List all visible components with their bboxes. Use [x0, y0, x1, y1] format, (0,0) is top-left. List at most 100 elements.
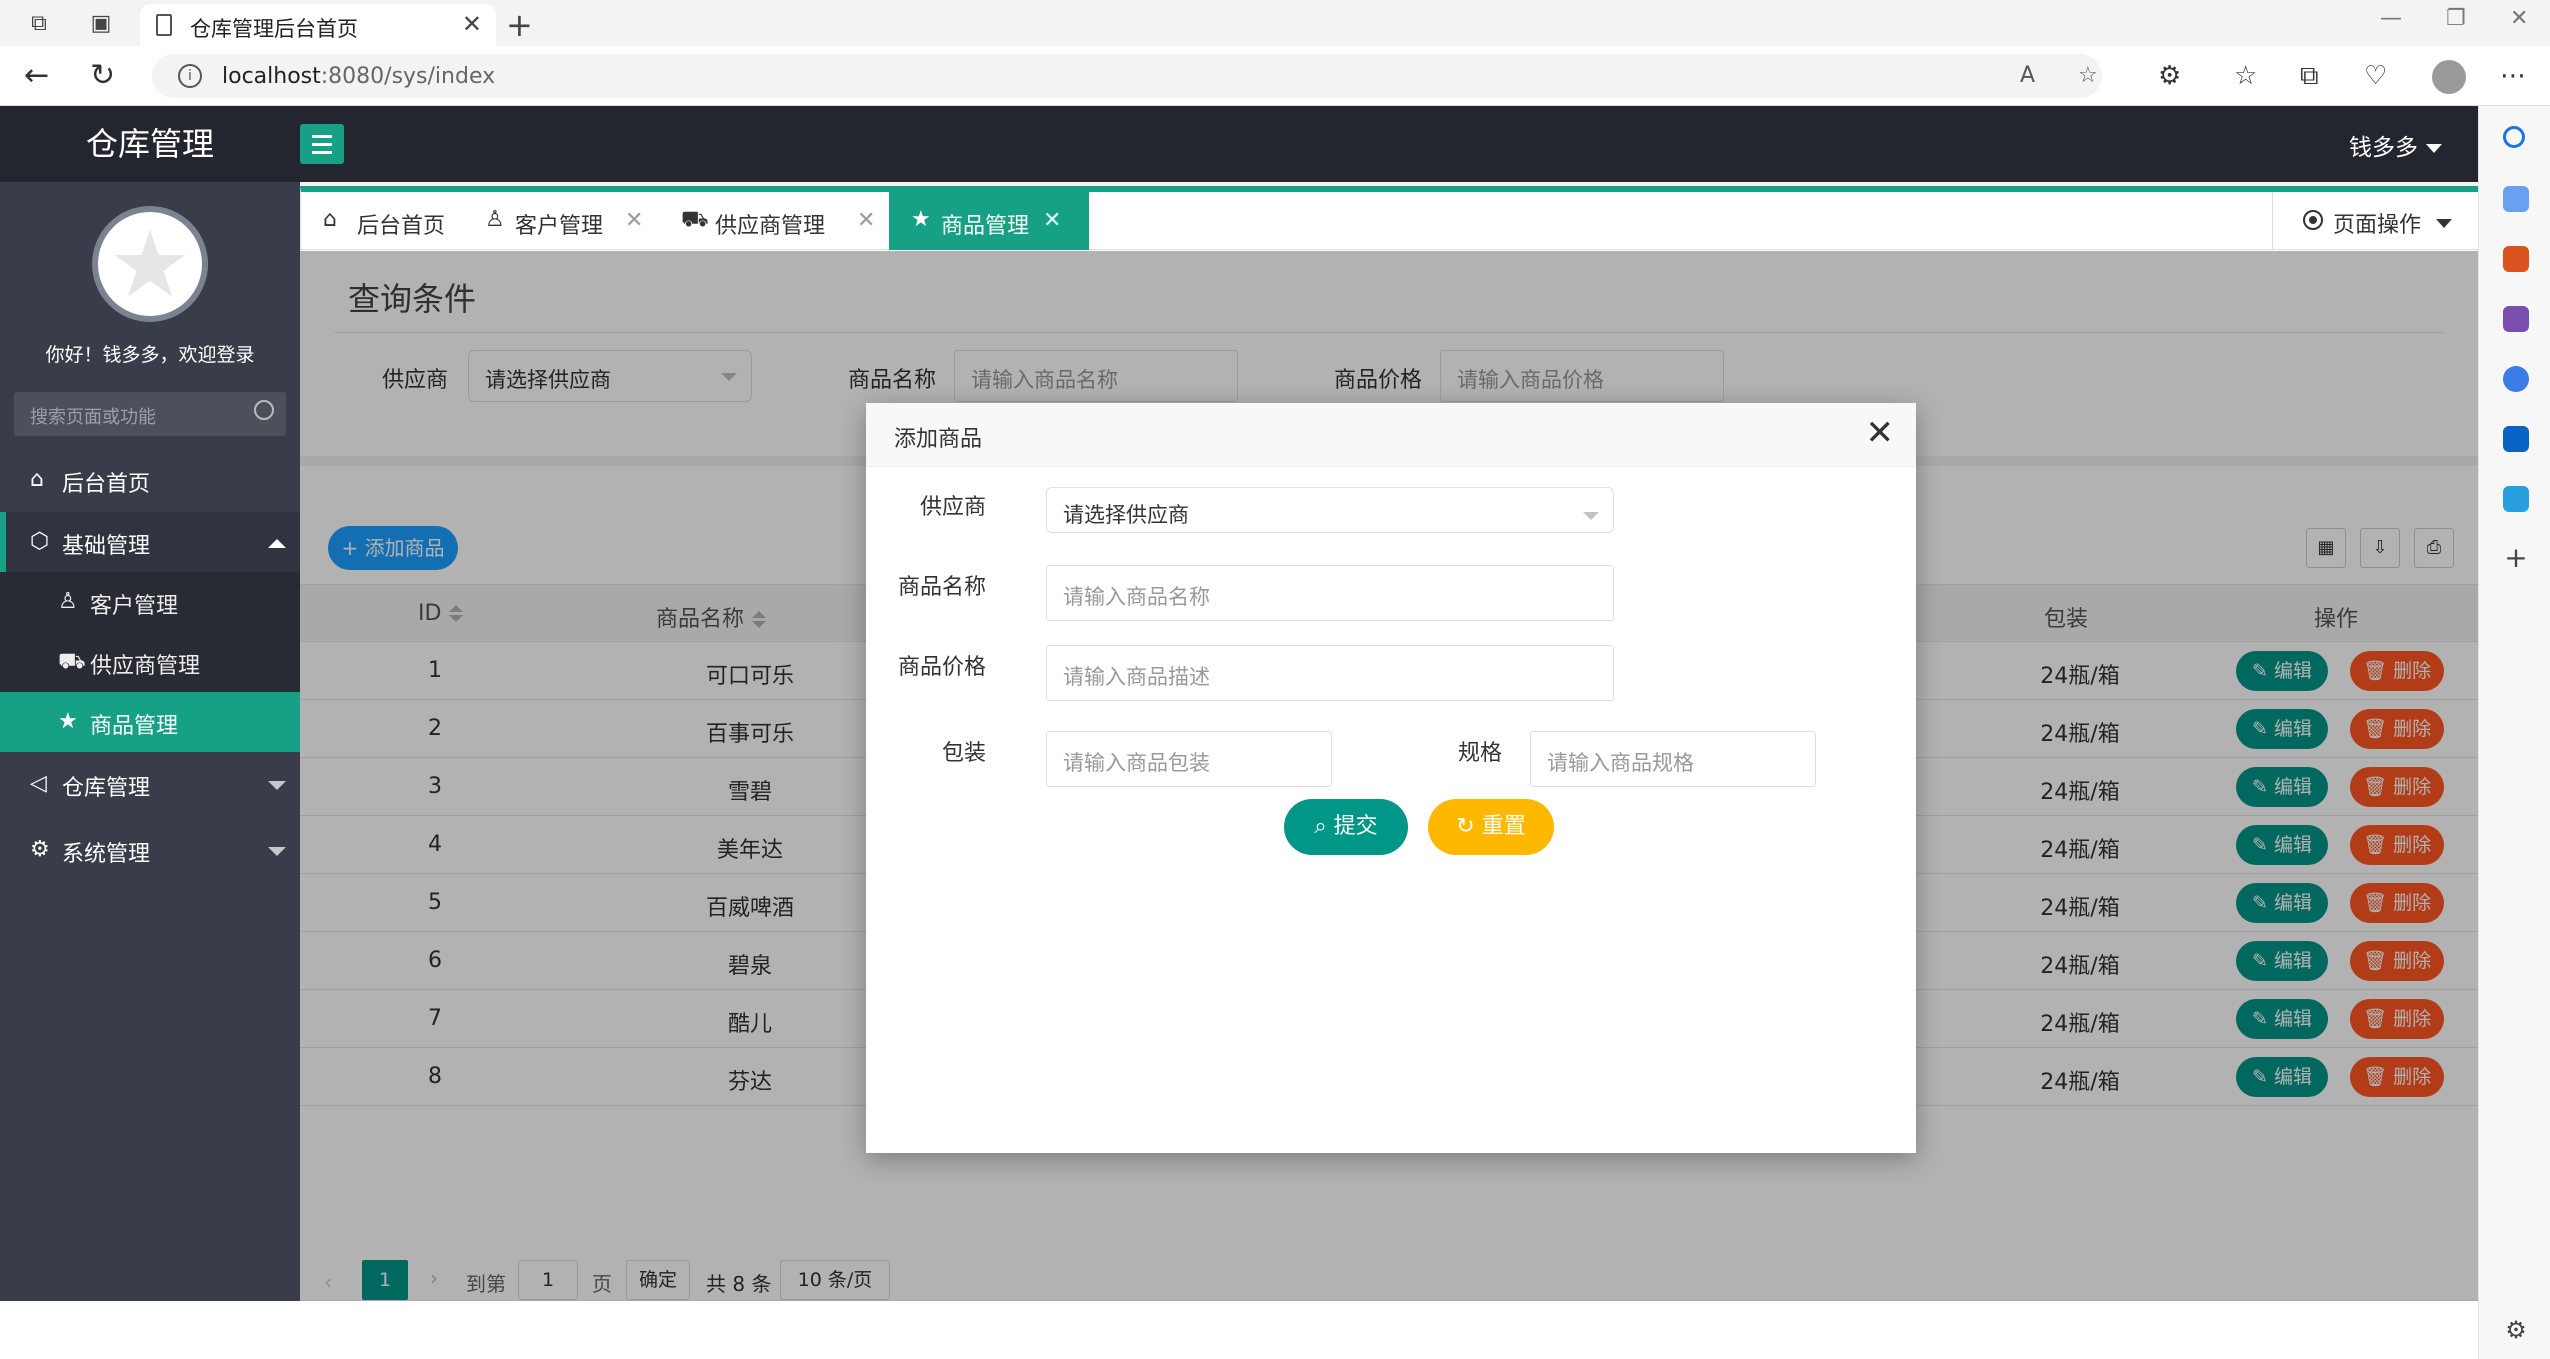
user-avatar: ★ [92, 206, 208, 322]
send-icon[interactable] [2503, 486, 2529, 512]
extensions-icon[interactable]: ⚙ [2158, 61, 2181, 91]
favorite-star-icon[interactable]: ☆ [2078, 63, 2098, 88]
modal-pack-input[interactable]: 请输入商品包装 [1046, 731, 1332, 787]
submit-label: 提交 [1333, 814, 1378, 839]
sidebar-item-goods[interactable]: ★ 商品管理 [0, 692, 300, 752]
add-goods-dialog: 添加商品 ✕ 供应商 商品名称 商品价格 包装 规格 请选择供应商 请输入商品名称 请输入商品… [866, 403, 1916, 1153]
modal-price-input[interactable]: 请输入商品描述 [1046, 645, 1614, 701]
tag-icon[interactable] [2503, 186, 2529, 212]
tab-goods[interactable]: ★ 商品管理 ✕ [889, 192, 1089, 250]
sidebar-item-label: 后台首页 [62, 472, 151, 497]
refresh-icon[interactable]: ↻ [90, 58, 115, 93]
outlook-icon[interactable] [2503, 426, 2529, 452]
chevron-down-icon [268, 847, 286, 856]
menu-toggle-button[interactable] [300, 124, 344, 164]
collections-icon[interactable]: ⧉ [2300, 61, 2319, 92]
close-icon[interactable]: ✕ [1866, 413, 1895, 453]
minimize-icon[interactable]: — [2380, 6, 2402, 31]
site-info-icon[interactable]: i [178, 64, 202, 88]
user-name: 钱多多 [2349, 135, 2418, 161]
dialog-header: 添加商品 ✕ [866, 403, 1916, 467]
caret-down-icon [2426, 144, 2442, 153]
page-icon [156, 14, 172, 36]
search-icon: ⌕ [1314, 814, 1327, 839]
star-icon: ★ [58, 709, 78, 734]
cart-icon: ⛟ [681, 207, 709, 232]
tab-label: 客户管理 [515, 214, 604, 239]
back-icon[interactable]: ← [24, 58, 49, 93]
tab-home[interactable]: ⌂ 后台首页 [301, 192, 463, 250]
reset-label: 重置 [1481, 814, 1526, 839]
home-icon: ⌂ [323, 207, 337, 232]
settings-gear-icon[interactable]: ⚙ [2503, 1318, 2529, 1344]
star-icon: ★ [911, 207, 931, 232]
sidebar-item-customer[interactable]: ♙ 客户管理 [0, 572, 300, 632]
sidebar-search-input[interactable]: 搜索页面或功能 [14, 392, 286, 436]
search-icon[interactable] [2503, 126, 2525, 148]
select-value: 请选择供应商 [1063, 503, 1189, 527]
add-icon[interactable]: + [2503, 544, 2529, 572]
vertical-tabs-icon[interactable]: ▣ [86, 8, 116, 38]
browser-tab[interactable]: 仓库管理后台首页 ✕ [140, 4, 496, 46]
favorites-icon[interactable]: ☆ [2234, 61, 2257, 91]
sidebar-item-home[interactable]: ⌂ 后台首页 [0, 450, 300, 510]
sidebar-item-supplier[interactable]: ⛟ 供应商管理 [0, 632, 300, 692]
sidebar-item-label: 仓库管理 [62, 776, 151, 801]
search-icon [254, 400, 274, 420]
modal-supplier-select[interactable]: 请选择供应商 [1046, 487, 1614, 533]
modal-name-input[interactable]: 请输入商品名称 [1046, 565, 1614, 621]
sidebar-group-warehouse[interactable]: ◁ 仓库管理 [0, 754, 300, 814]
restore-icon[interactable]: ❐ [2446, 6, 2466, 31]
tab-supplier[interactable]: ⛟ 供应商管理 ✕ [659, 192, 889, 250]
m365-icon[interactable] [2503, 366, 2529, 392]
page-operations-menu[interactable]: 页面操作 [2272, 192, 2478, 250]
sidebar: ★ 你好！钱多多，欢迎登录 搜索页面或功能 ⌂ 后台首页 ⬡ 基础管理 ♙ 客户… [0, 182, 300, 1359]
close-tab-icon[interactable]: ✕ [625, 208, 643, 233]
more-menu-icon[interactable]: ⋯ [2500, 61, 2526, 91]
tab-customer[interactable]: ♙ 客户管理 ✕ [463, 192, 659, 250]
sidebar-item-label: 客户管理 [90, 594, 179, 619]
modal-spec-label: 规格 [1457, 741, 1502, 766]
sidebar-item-label: 供应商管理 [90, 654, 201, 679]
chevron-up-icon [268, 539, 286, 548]
sidebar-group-basic[interactable]: ⬡ 基础管理 [0, 512, 300, 572]
sidebar-group-system[interactable]: ⚙ 系统管理 [0, 820, 300, 880]
caret-down-icon [2436, 219, 2452, 228]
cart-icon: ⛟ [58, 649, 86, 674]
refresh-icon: ↻ [1456, 814, 1475, 839]
chevron-down-icon [268, 781, 286, 790]
games-icon[interactable] [2503, 306, 2529, 332]
speaker-icon: ◁ [30, 771, 47, 796]
toolbox-icon[interactable] [2503, 246, 2529, 272]
close-tab-icon[interactable]: ✕ [462, 10, 482, 38]
modal-price-label: 商品价格 [897, 655, 986, 680]
user-menu[interactable]: 钱多多 [2349, 128, 2442, 162]
dialog-title: 添加商品 [894, 427, 983, 452]
reset-button[interactable]: ↻ 重置 [1428, 799, 1554, 855]
close-window-icon[interactable]: ✕ [2510, 6, 2528, 31]
sidebar-item-label: 系统管理 [62, 842, 151, 867]
tab-label: 后台首页 [357, 214, 446, 239]
page-tab-strip: ⌂ 后台首页 ♙ 客户管理 ✕ ⛟ 供应商管理 ✕ ★ 商品管理 ✕ 页面操作 [300, 186, 2478, 250]
user-icon: ♙ [485, 207, 505, 232]
browser-tab-title: 仓库管理后台首页 [190, 17, 358, 41]
new-tab-icon[interactable]: + [506, 6, 533, 44]
profile-avatar[interactable] [2432, 60, 2466, 94]
close-tab-icon[interactable]: ✕ [1043, 208, 1061, 233]
submit-button[interactable]: ⌕ 提交 [1284, 799, 1408, 855]
url-text: localhost:8080/sys/index [222, 64, 496, 89]
url-field[interactable]: i localhost:8080/sys/index A ☆ [152, 54, 2102, 98]
workspaces-icon[interactable]: ⧉ [24, 8, 54, 38]
edge-sidebar: + ⚙ [2478, 106, 2550, 1359]
modal-pack-label: 包装 [941, 741, 986, 766]
chevron-down-icon [1583, 512, 1599, 520]
tab-label: 商品管理 [941, 214, 1030, 239]
bottom-strip [0, 1301, 2478, 1359]
target-icon [2303, 210, 2323, 230]
placeholder: 请输入商品包装 [1063, 751, 1210, 775]
modal-spec-input[interactable]: 请输入商品规格 [1530, 731, 1816, 787]
browser-tab-bar: ⧉ ▣ 仓库管理后台首页 ✕ + — ❐ ✕ [0, 0, 2550, 46]
close-tab-icon[interactable]: ✕ [857, 208, 875, 233]
performance-icon[interactable]: ♡ [2364, 61, 2387, 91]
read-aloud-icon[interactable]: A [2020, 63, 2035, 88]
